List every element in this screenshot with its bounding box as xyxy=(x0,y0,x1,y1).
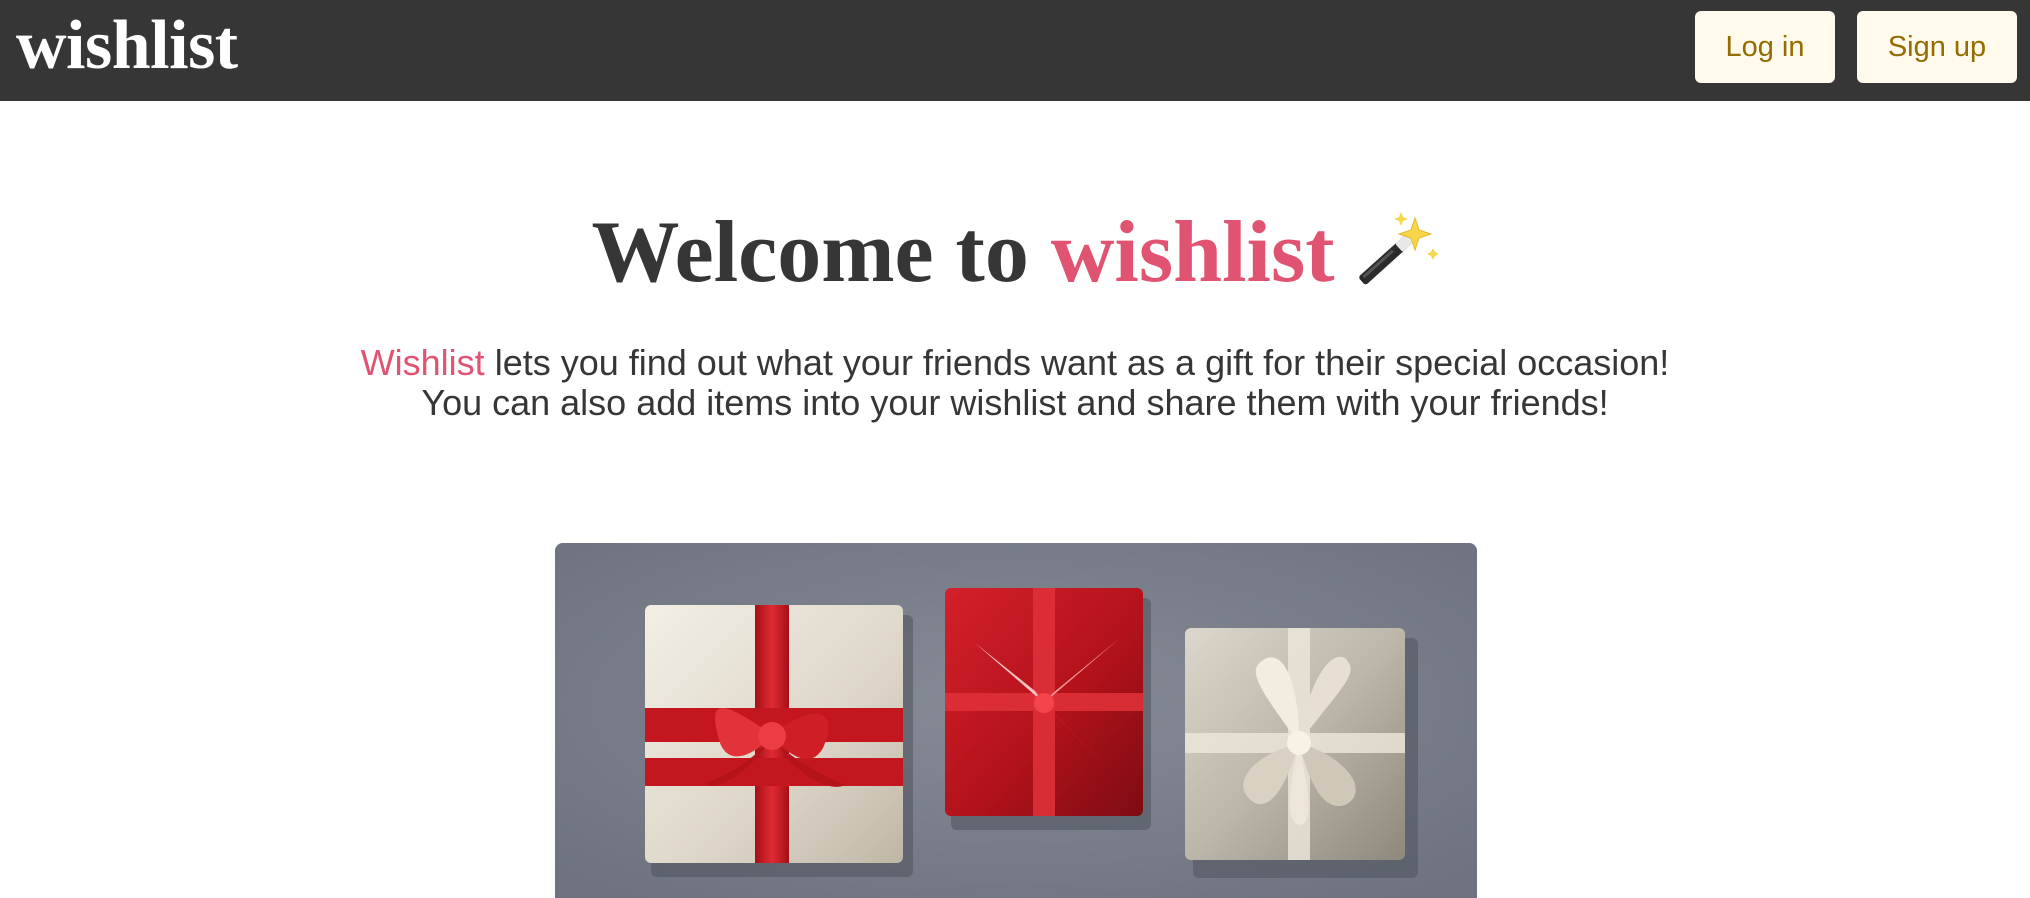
title-prefix: Welcome to xyxy=(591,204,1051,301)
navbar: wishlist Log in Sign up xyxy=(0,0,2030,101)
subtitle-accent: Wishlist xyxy=(360,342,485,383)
gift-box-3 xyxy=(1185,628,1405,860)
signup-button[interactable]: Sign up xyxy=(1857,11,2017,83)
gift-box-2 xyxy=(945,588,1143,816)
logo[interactable]: wishlist xyxy=(16,2,238,90)
subtitle-line-1: Wishlist lets you find out what your fri… xyxy=(0,343,2030,383)
subtitle-line-2: You can also add items into your wishlis… xyxy=(421,382,1609,423)
subtitle: Wishlist lets you find out what your fri… xyxy=(0,343,2030,423)
subtitle-line-1-text: lets you find out what your friends want… xyxy=(484,342,1670,383)
magic-wand-icon xyxy=(1349,208,1439,298)
login-button[interactable]: Log in xyxy=(1695,11,1835,83)
gift-boxes-image xyxy=(555,543,1477,898)
title-accent: wishlist xyxy=(1050,204,1335,301)
page-title: Welcome to wishlist xyxy=(0,198,2030,308)
gift-box-1 xyxy=(645,605,903,863)
